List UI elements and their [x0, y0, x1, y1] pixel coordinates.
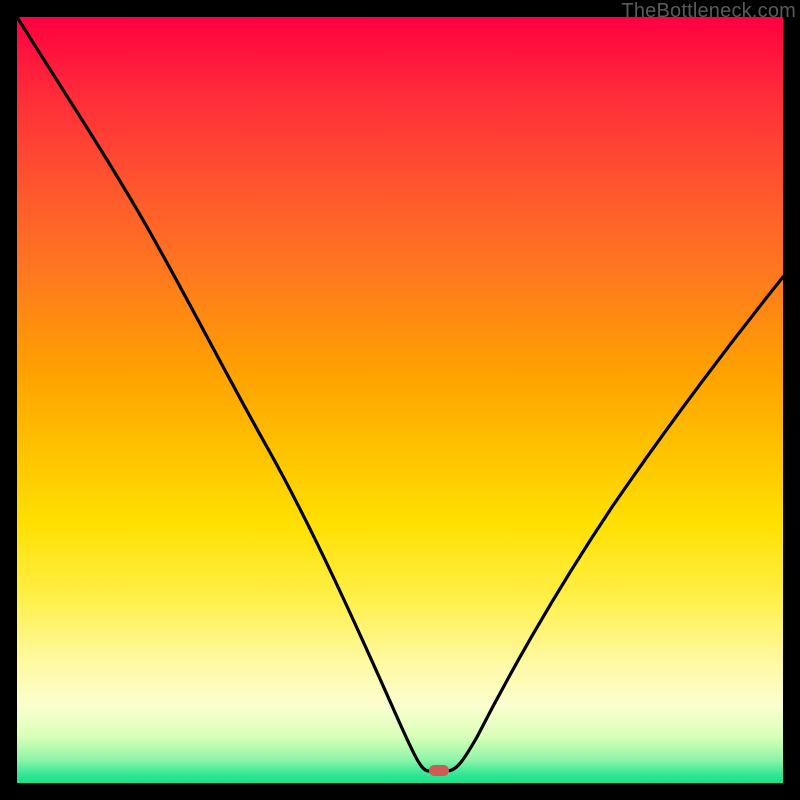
bottleneck-curve-path: [17, 17, 783, 771]
chart-frame: [17, 17, 783, 783]
minimum-marker: [429, 765, 449, 776]
watermark-text: TheBottleneck.com: [621, 0, 796, 23]
chart-svg: [17, 17, 783, 783]
